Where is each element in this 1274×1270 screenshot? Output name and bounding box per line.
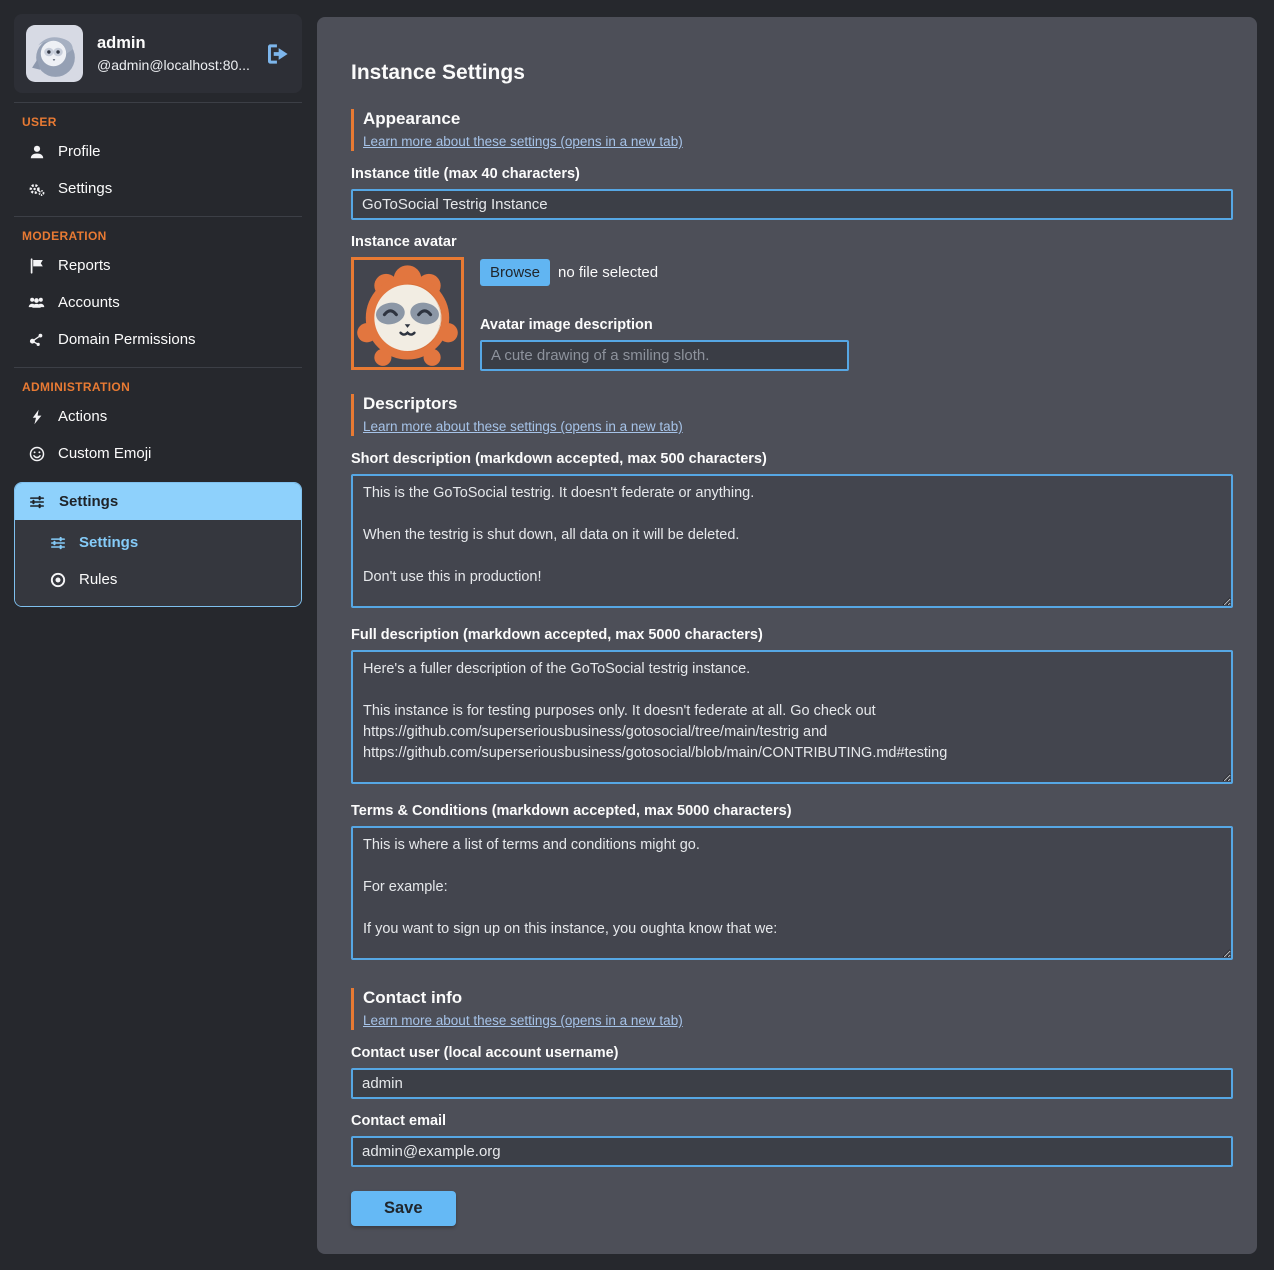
gears-icon: [28, 181, 45, 197]
section-title: Appearance: [363, 109, 1233, 129]
username: admin: [97, 34, 250, 53]
sidebar-divider: [14, 102, 302, 103]
user-meta: admin @admin@localhost:80...: [97, 34, 250, 73]
field-contact-user: Contact user (local account username): [351, 1045, 1233, 1099]
user-icon: [28, 144, 45, 160]
flag-icon: [28, 258, 45, 274]
category-administration: ADMINISTRATION: [22, 380, 302, 394]
section-descriptors: Descriptors Learn more about these setti…: [351, 394, 1233, 436]
contact-email-input[interactable]: [351, 1136, 1233, 1167]
contact-user-input[interactable]: [351, 1068, 1233, 1099]
field-contact-email: Contact email: [351, 1113, 1233, 1167]
section-contact-info: Contact info Learn more about these sett…: [351, 988, 1233, 1030]
file-picker-row: Browse no file selected: [480, 259, 849, 286]
sidebar-item-label: Domain Permissions: [58, 331, 196, 348]
field-label: Terms & Conditions (markdown accepted, m…: [351, 803, 1233, 819]
short-description-textarea[interactable]: This is the GoToSocial testrig. It doesn…: [351, 474, 1233, 608]
field-label: Avatar image description: [480, 317, 849, 333]
sidebar-item-label: Profile: [58, 143, 101, 160]
browse-button[interactable]: Browse: [480, 259, 550, 286]
submenu-item-settings[interactable]: Settings: [15, 524, 301, 561]
users-icon: [28, 295, 45, 311]
page-title: Instance Settings: [351, 61, 1233, 85]
sidebar-item-reports[interactable]: Reports: [14, 247, 302, 284]
avatar-controls: Browse no file selected Avatar image des…: [480, 257, 849, 371]
sidebar-item-accounts[interactable]: Accounts: [14, 284, 302, 321]
field-label: Instance title (max 40 characters): [351, 166, 1233, 182]
learn-more-link[interactable]: Learn more about these settings (opens i…: [363, 134, 683, 149]
sidebar-divider: [14, 216, 302, 217]
bolt-icon: [28, 409, 45, 425]
sidebar: admin @admin@localhost:80... USER Profil…: [14, 14, 302, 607]
user-avatar: [26, 25, 83, 82]
category-moderation: MODERATION: [22, 229, 302, 243]
sliders-icon: [49, 535, 66, 551]
settings-submenu: Settings Rules: [15, 520, 301, 606]
sidebar-item-label: Settings: [59, 493, 118, 510]
submenu-item-label: Rules: [79, 571, 117, 588]
sloth-avatar-gray-icon: [26, 25, 83, 82]
settings-nav-block: Settings Settings: [14, 482, 302, 607]
sidebar-item-user-settings[interactable]: Settings: [14, 170, 302, 207]
full-description-textarea[interactable]: Here's a fuller description of the GoToS…: [351, 650, 1233, 784]
sidebar-item-domain-permissions[interactable]: Domain Permissions: [14, 321, 302, 358]
sidebar-item-label: Actions: [58, 408, 107, 425]
field-instance-title: Instance title (max 40 characters): [351, 166, 1233, 220]
sidebar-item-label: Accounts: [58, 294, 120, 311]
field-label: Full description (markdown accepted, max…: [351, 627, 1233, 643]
section-title: Contact info: [363, 988, 1233, 1008]
field-short-description: Short description (markdown accepted, ma…: [351, 451, 1233, 613]
instance-title-input[interactable]: [351, 189, 1233, 220]
submenu-item-rules[interactable]: Rules: [15, 561, 301, 598]
circle-dot-icon: [49, 572, 66, 588]
logout-icon[interactable]: [266, 43, 290, 65]
field-terms: Terms & Conditions (markdown accepted, m…: [351, 803, 1233, 965]
sidebar-item-custom-emoji[interactable]: Custom Emoji: [14, 435, 302, 472]
user-handle: @admin@localhost:80...: [97, 57, 250, 73]
sidebar-item-settings-active[interactable]: Settings: [15, 483, 301, 520]
sidebar-divider: [14, 367, 302, 368]
section-title: Descriptors: [363, 394, 1233, 414]
user-card[interactable]: admin @admin@localhost:80...: [14, 14, 302, 93]
field-label: Instance avatar: [351, 234, 1233, 250]
field-label: Contact email: [351, 1113, 1233, 1129]
sidebar-item-label: Settings: [58, 180, 112, 197]
section-appearance: Appearance Learn more about these settin…: [351, 109, 1233, 151]
sidebar-item-label: Custom Emoji: [58, 445, 151, 462]
file-status-text: no file selected: [558, 264, 658, 281]
field-label: Short description (markdown accepted, ma…: [351, 451, 1233, 467]
sidebar-item-label: Reports: [58, 257, 111, 274]
submenu-item-label: Settings: [79, 534, 138, 551]
sidebar-item-actions[interactable]: Actions: [14, 398, 302, 435]
instance-settings-panel: Instance Settings Appearance Learn more …: [317, 17, 1257, 1254]
sliders-icon: [29, 494, 46, 510]
avatar-description-input[interactable]: [480, 340, 849, 371]
field-full-description: Full description (markdown accepted, max…: [351, 627, 1233, 789]
share-nodes-icon: [28, 332, 45, 348]
avatar-description-field: Avatar image description: [480, 317, 849, 371]
sidebar-item-profile[interactable]: Profile: [14, 133, 302, 170]
instance-avatar-row: Browse no file selected Avatar image des…: [351, 257, 1233, 371]
smiley-icon: [28, 446, 45, 462]
terms-textarea[interactable]: This is where a list of terms and condit…: [351, 826, 1233, 960]
field-label: Contact user (local account username): [351, 1045, 1233, 1061]
learn-more-link[interactable]: Learn more about these settings (opens i…: [363, 419, 683, 434]
field-instance-avatar: Instance avatar: [351, 234, 1233, 371]
sloth-avatar-orange-icon: [354, 260, 461, 367]
category-user: USER: [22, 115, 302, 129]
instance-avatar-image: [351, 257, 464, 370]
learn-more-link[interactable]: Learn more about these settings (opens i…: [363, 1013, 683, 1028]
save-button[interactable]: Save: [351, 1191, 456, 1226]
